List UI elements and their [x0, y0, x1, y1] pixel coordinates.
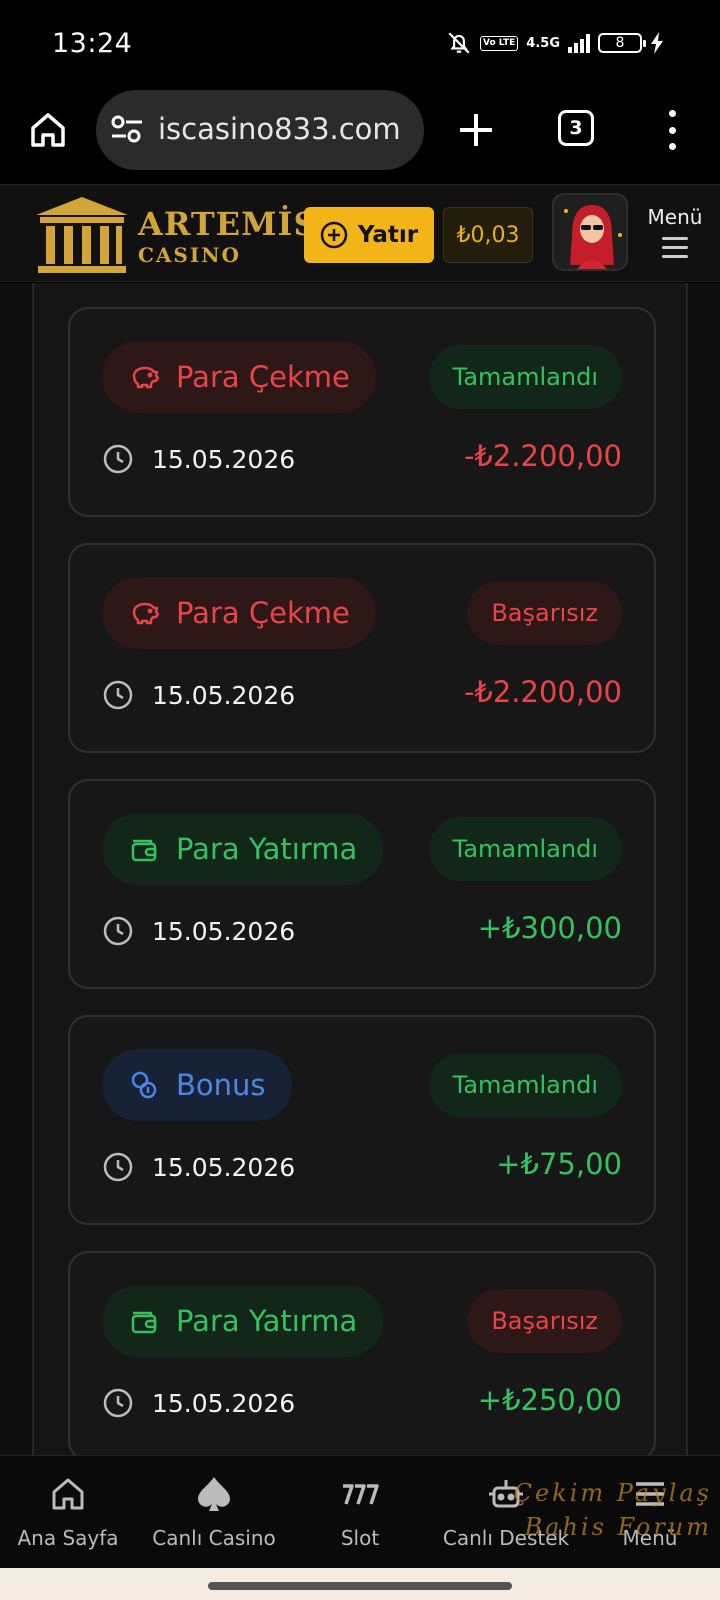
transaction-status-badge: Tamamlandı [428, 345, 622, 409]
avatar-portrait-icon [554, 195, 626, 269]
site-settings-icon[interactable] [110, 114, 144, 144]
battery-level: 8 [615, 35, 625, 51]
nav-label: Slot [340, 1526, 380, 1550]
plus-circle-icon [320, 221, 348, 249]
watermark-line-2: Bahis Forum [524, 1513, 712, 1541]
more-options-icon[interactable] [664, 110, 680, 150]
browser-toolbar: iscasino833.com 3 [0, 88, 720, 184]
nav-item-home[interactable]: Ana Sayfa [0, 1474, 140, 1550]
site-logo[interactable]: ARTEMİS CASINO [32, 193, 317, 277]
transaction-amount: -₺2.200,00 [463, 675, 622, 709]
status-icons: Vo LTE 4.5G 8 [446, 28, 664, 58]
transaction-type-badge: Para Çekme [102, 341, 376, 413]
transaction-date: 15.05.2026 [152, 1388, 296, 1418]
battery-icon: 8 [598, 33, 646, 53]
transaction-type-badge: Para Yatırma [102, 813, 384, 885]
status-time: 13:24 [52, 28, 133, 59]
transaction-type: Para Yatırma [176, 832, 358, 866]
nav-label: Canlı Casino [152, 1526, 276, 1550]
piggy-bank-icon [132, 366, 160, 389]
deposit-button[interactable]: Yatır [304, 207, 434, 263]
watermark-line-1: Çekim Paylaş [513, 1479, 712, 1507]
balance-display[interactable]: ₺0,03 [443, 207, 533, 263]
transaction-card[interactable]: Bonus Tamamlandı 15.05.2026 +₺75,00 [68, 1015, 656, 1225]
transaction-type: Bonus [176, 1068, 266, 1102]
transaction-type: Para Çekme [176, 360, 350, 394]
forum-watermark: Çekim Paylaş Bahis Forum [514, 1476, 712, 1544]
clock-icon [103, 916, 133, 946]
transaction-amount: +₺300,00 [477, 911, 622, 945]
logo-subtitle: CASINO [138, 243, 241, 267]
transaction-type-badge: Bonus [102, 1049, 292, 1121]
clock-icon [103, 680, 133, 710]
deposit-label: Yatır [357, 222, 419, 248]
piggy-bank-icon [132, 602, 160, 625]
new-tab-icon[interactable] [456, 110, 496, 150]
spade-icon [198, 1477, 230, 1511]
transaction-status-badge: Tamamlandı [428, 817, 622, 881]
coins-icon [131, 1071, 157, 1099]
avatar[interactable] [552, 193, 628, 271]
transaction-panel: Para Çekme Tamamlandı 15.05.2026 -₺2.200… [32, 283, 688, 1455]
transaction-date: 15.05.2026 [152, 444, 296, 474]
transaction-status-badge: Başarısız [467, 1289, 622, 1353]
header-menu-label: Menü [647, 205, 703, 229]
transaction-card[interactable]: Para Yatırma Tamamlandı 15.05.2026 +₺300… [68, 779, 656, 989]
transaction-type: Para Yatırma [176, 1304, 358, 1338]
transaction-amount: -₺2.200,00 [463, 439, 622, 473]
charging-icon [651, 32, 663, 54]
gesture-handle[interactable] [208, 1582, 512, 1590]
transaction-date-row: 15.05.2026 [102, 1151, 295, 1183]
home-icon [52, 1478, 84, 1510]
gesture-area [0, 1568, 720, 1600]
address-bar[interactable]: iscasino833.com [96, 90, 424, 170]
signal-icon [568, 33, 590, 53]
bottom-navigation: Ana Sayfa Canlı Casino Slot Canlı Destek… [0, 1455, 720, 1568]
hamburger-icon [662, 237, 688, 258]
transaction-card[interactable]: Para Çekme Tamamlandı 15.05.2026 -₺2.200… [68, 307, 656, 517]
transaction-date-row: 15.05.2026 [102, 679, 295, 711]
transaction-card[interactable]: Para Çekme Başarısız 15.05.2026 -₺2.200,… [68, 543, 656, 753]
notifications-off-icon [448, 32, 470, 54]
transaction-type-badge: Para Yatırma [102, 1285, 384, 1357]
transaction-date-row: 15.05.2026 [102, 1387, 295, 1419]
slot-777-icon [343, 1484, 379, 1505]
transaction-history: Para Çekme Tamamlandı 15.05.2026 -₺2.200… [0, 283, 720, 1455]
site-header: ARTEMİS CASINO Yatır ₺0,03 Menü [0, 184, 720, 282]
wallet-icon [131, 839, 157, 862]
tab-switcher-button[interactable]: 3 [558, 110, 594, 146]
transaction-date: 15.05.2026 [152, 680, 296, 710]
wallet-icon [131, 1311, 157, 1334]
transaction-date-row: 15.05.2026 [102, 443, 295, 475]
clock-icon [103, 1152, 133, 1182]
transaction-type-badge: Para Çekme [102, 577, 376, 649]
clock-icon [103, 1388, 133, 1418]
transaction-status-badge: Tamamlandı [428, 1053, 622, 1117]
transaction-card[interactable]: Para Yatırma Başarısız 15.05.2026 +₺250,… [68, 1251, 656, 1455]
url-text[interactable]: iscasino833.com [158, 112, 401, 146]
nav-item-live-casino[interactable]: Canlı Casino [142, 1474, 286, 1550]
nav-label: Ana Sayfa [17, 1526, 119, 1550]
volte-badge: Vo LTE [479, 35, 519, 51]
transaction-amount: +₺250,00 [477, 1383, 622, 1417]
transaction-date-row: 15.05.2026 [102, 915, 295, 947]
temple-logo-icon [36, 197, 128, 273]
transaction-date: 15.05.2026 [152, 916, 296, 946]
transaction-amount: +₺75,00 [496, 1147, 622, 1181]
header-menu-button[interactable]: Menü [640, 205, 710, 264]
home-icon[interactable] [28, 110, 68, 150]
clock-icon [103, 444, 133, 474]
transaction-type: Para Çekme [176, 596, 350, 630]
transaction-date: 15.05.2026 [152, 1152, 296, 1182]
logo-title: ARTEMİS [138, 205, 318, 243]
tab-count: 3 [569, 117, 583, 139]
nav-item-slot[interactable]: Slot [288, 1474, 432, 1550]
transaction-status-badge: Başarısız [467, 581, 622, 645]
status-bar: 13:24 Vo LTE 4.5G 8 [0, 0, 720, 88]
network-type: 4.5G [526, 35, 560, 51]
